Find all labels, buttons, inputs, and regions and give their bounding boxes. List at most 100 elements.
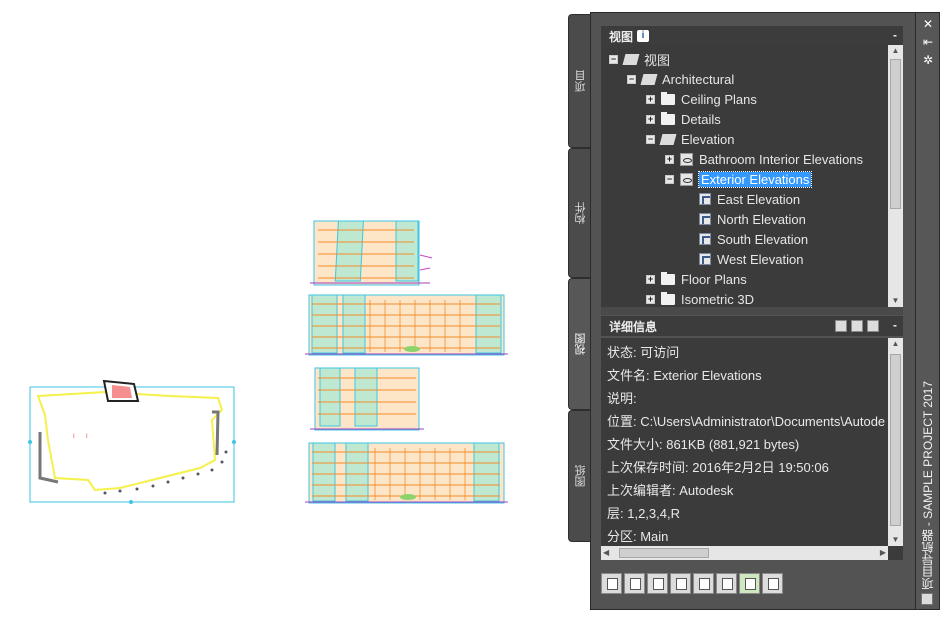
scroll-up-icon[interactable]: ▲ [888,45,903,57]
collapse-icon[interactable]: − [646,134,655,144]
folder-icon [661,271,675,285]
details-scroll-thumb[interactable] [890,354,901,526]
tab-project[interactable]: 项目 [568,14,592,148]
tree-node-exterior[interactable]: − Exterior Elevations [665,169,813,189]
tree-node-label: Elevation [681,131,735,147]
tab-project-label: 项目 [574,70,587,92]
save-view-icon[interactable] [647,573,668,594]
tree-node-west[interactable]: West Elevation [699,249,803,269]
elevation-drawing-2[interactable] [305,294,508,356]
tab-sheets[interactable]: 图纸 [568,410,592,542]
tab-constructs[interactable]: 构件 [568,148,592,278]
tree-node-label: Bathroom Interior Elevations [699,151,864,167]
svg-text:I: I [73,434,75,440]
settings-icon[interactable] [762,573,783,594]
new-view-icon[interactable] [601,573,622,594]
pin-icon[interactable]: ⇤ [920,35,936,49]
palette-menu-icon[interactable] [921,593,933,605]
tree-scrollbar[interactable]: ▲ ▼ [888,45,903,307]
elevation-drawing-3[interactable] [310,367,424,431]
gear-icon[interactable]: ✲ [920,53,936,67]
folder-icon [661,111,675,125]
tree-node-floor-plans[interactable]: + Floor Plans [646,269,747,289]
details-minimize-button[interactable]: - [893,318,897,332]
tree-node-label: East Elevation [717,191,801,207]
detail-filename: 文件名: Exterior Elevations [607,368,762,383]
close-icon[interactable]: ✕ [920,17,936,31]
tree-node-label: Floor Plans [681,271,747,287]
tree-node-north[interactable]: North Elevation [699,209,806,229]
details-hscroll-thumb[interactable] [619,548,709,558]
table-icon[interactable] [716,573,737,594]
tree-node-east[interactable]: East Elevation [699,189,800,209]
select-icon[interactable] [693,573,714,594]
palette-side-strip: ✕ ⇤ ✲ 项目导航器 - SAMPLE PROJECT 2017 [916,12,940,610]
expand-icon[interactable]: + [646,294,655,304]
details-panel-title: 详细信息 [609,319,658,334]
panel-splitter[interactable] [601,307,903,315]
detail-division: 分区: Main [607,529,669,544]
detail-editor: 上次编辑者: Autodesk [607,483,734,498]
tree-node-bathroom[interactable]: + Bathroom Interior Elevations [665,149,863,169]
details-scrollbar[interactable]: ▲ ▼ [888,338,903,546]
drawing-svg: II [28,220,508,504]
views-panel-header: 视图 i - [601,26,903,46]
tree-node-isometric[interactable]: + Isometric 3D [646,289,754,307]
scroll-down-icon[interactable]: ▼ [888,295,903,307]
refresh-icon[interactable] [739,573,760,594]
tree-node-root[interactable]: − 视图 [609,49,670,69]
collapse-icon[interactable]: − [609,54,618,64]
views-tree[interactable]: − 视图 − Architectural + Ceiling Plans + D… [601,45,903,307]
detail-levels: 层: 1,2,3,4,R [607,506,680,521]
tab-views-label: 视图 [574,333,587,355]
tree-node-south[interactable]: South Elevation [699,229,808,249]
detail-saved: 上次保存时间: 2016年2月2日 19:50:06 [607,460,829,475]
details-preview-icon[interactable] [851,320,863,332]
view-icon [680,152,693,166]
expand-icon[interactable]: + [646,114,655,124]
collapse-icon[interactable]: − [627,74,636,84]
folder-open-icon [640,73,658,85]
tree-node-label: 视图 [644,52,671,68]
detail-description: 说明: [607,391,637,406]
scroll-right-icon[interactable]: ▶ [880,546,886,560]
palette-title-text: 项目导航器 - SAMPLE PROJECT 2017 [921,380,935,590]
detail-filesize: 文件大小: 861KB (881,921 bytes) [607,437,800,452]
scroll-down-icon[interactable]: ▼ [888,534,903,546]
details-view-icon[interactable] [867,320,879,332]
elevation-drawing-1[interactable] [310,220,433,286]
tree-node-label: West Elevation [717,251,804,267]
new-layout-icon[interactable] [624,573,645,594]
palette-title: 项目导航器 - SAMPLE PROJECT 2017 [919,381,937,590]
elevation-drawing-4[interactable] [305,442,508,504]
tree-node-label: Architectural [662,71,735,87]
floor-plan-drawing[interactable]: II [28,379,236,504]
expand-icon[interactable]: + [646,94,655,104]
details-properties-icon[interactable] [835,320,847,332]
details-hscrollbar[interactable]: ◀ ▶ [601,546,888,560]
tree-node-architectural[interactable]: − Architectural [627,69,734,89]
tree-node-label: South Elevation [717,231,809,247]
collapse-icon[interactable]: − [665,174,674,184]
folder-open-icon [622,53,640,65]
tree-node-elevation[interactable]: − Elevation [646,129,734,149]
views-minimize-button[interactable]: - [893,28,897,42]
scroll-left-icon[interactable]: ◀ [603,546,609,560]
tree-node-ceiling-plans[interactable]: + Ceiling Plans [646,89,757,109]
info-icon[interactable]: i [637,30,650,42]
tree-node-details[interactable]: + Details [646,109,721,129]
views-toolbar [601,573,801,597]
tab-sheets-label: 图纸 [574,465,587,487]
drawing-canvas[interactable]: II [0,0,568,625]
folder-open-icon [659,133,677,145]
scroll-up-icon[interactable]: ▲ [888,338,903,350]
details-content: 状态: 可访问 文件名: Exterior Elevations 说明: 位置:… [601,338,903,560]
clipboard-icon[interactable] [670,573,691,594]
expand-icon[interactable]: + [646,274,655,284]
tab-views[interactable]: 视图 [568,278,592,410]
details-panel-header: 详细信息 - [601,316,903,336]
tab-constructs-label: 构件 [574,202,587,224]
detail-location: 位置: C:\Users\Administrator\Documents\Aut… [607,414,886,429]
expand-icon[interactable]: + [665,154,674,164]
tree-scroll-thumb[interactable] [890,59,901,209]
